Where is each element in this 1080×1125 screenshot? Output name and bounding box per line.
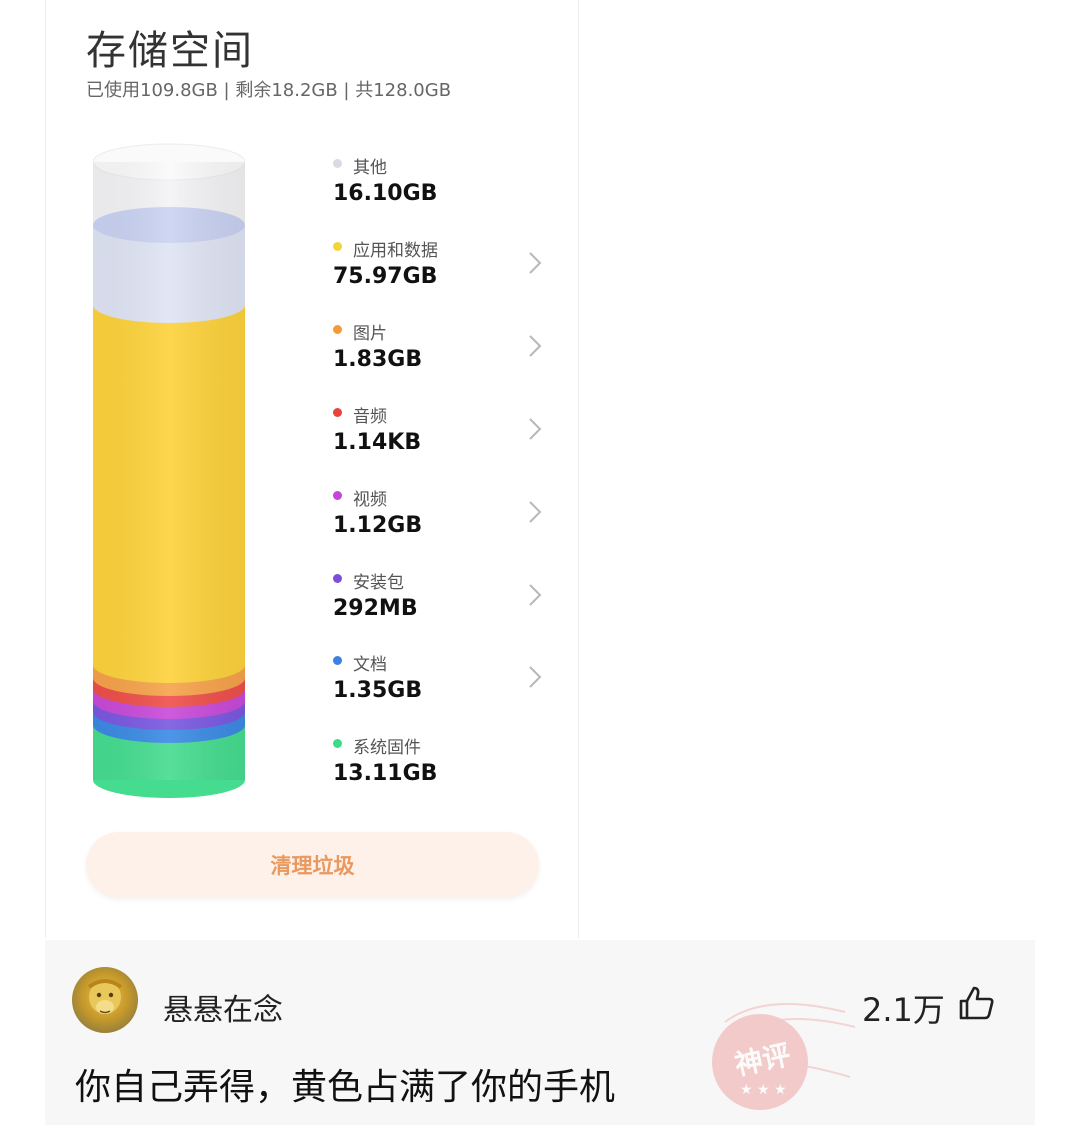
comment-text: 你自己弄得，黄色占满了你的手机 [75, 1067, 616, 1108]
legend-dot [333, 408, 342, 417]
legend-value: 16.10GB [333, 181, 438, 206]
legend-label: 音频 [353, 407, 387, 427]
legend-label: 应用和数据 [353, 241, 438, 261]
chevron-right-icon [529, 666, 542, 688]
legend-dot [333, 325, 342, 334]
legend-value: 1.83GB [333, 347, 423, 372]
storage-cylinder-chart [93, 143, 245, 798]
legend-item-apps[interactable]: 应用和数据 75.97GB [333, 228, 543, 294]
legend-value: 1.35GB [333, 678, 423, 703]
legend-label: 系统固件 [353, 738, 421, 758]
legend-label: 视频 [353, 490, 387, 510]
legend-value: 1.12GB [333, 513, 423, 538]
legend-item-audio[interactable]: 音频 1.14KB [333, 394, 543, 460]
legend-value: 75.97GB [333, 264, 438, 289]
chevron-right-icon [529, 252, 542, 274]
legend-dot [333, 159, 342, 168]
legend-dot [333, 656, 342, 665]
legend-item-docs[interactable]: 文档 1.35GB [333, 642, 543, 708]
legend-label: 安装包 [353, 573, 404, 593]
legend-item-images[interactable]: 图片 1.83GB [333, 311, 543, 377]
legend-dot [333, 739, 342, 748]
top-comment-stamp: 神评 ★ ★ ★ [712, 1003, 856, 1110]
chevron-right-icon [529, 335, 542, 357]
legend-item-firmware: 系统固件 13.11GB [333, 725, 543, 791]
thumbs-up-icon[interactable] [957, 984, 995, 1022]
chevron-right-icon [529, 584, 542, 606]
legend-label: 其他 [353, 158, 387, 178]
monkey-avatar-icon [87, 979, 123, 1014]
legend-label: 文档 [353, 655, 387, 675]
clean-junk-button[interactable]: 清理垃圾 [86, 832, 539, 898]
legend-value: 13.11GB [333, 761, 438, 786]
legend-item-apk[interactable]: 安装包 292MB [333, 560, 543, 626]
legend-dot [333, 242, 342, 251]
like-count: 2.1万 [862, 991, 945, 1029]
page-title: 存储空间 [86, 28, 254, 74]
chevron-right-icon [529, 501, 542, 523]
avatar[interactable] [72, 967, 138, 1033]
storage-card: 存储空间 已使用109.8GB | 剩余18.2GB | 共128.0GB 其他… [45, 0, 579, 938]
legend-label: 图片 [353, 324, 387, 344]
chevron-right-icon [529, 418, 542, 440]
storage-summary: 已使用109.8GB | 剩余18.2GB | 共128.0GB [86, 80, 452, 101]
username[interactable]: 悬悬在念 [163, 985, 283, 1029]
legend-item-other: 其他 16.10GB [333, 145, 543, 211]
legend-dot [333, 491, 342, 500]
legend-dot [333, 574, 342, 583]
svg-text:★ ★ ★: ★ ★ ★ [740, 1082, 787, 1098]
comment-panel: 悬悬在念 神评 ★ ★ ★ 2.1万 你自己弄得，黄色占满了你的手机 [45, 940, 1035, 1125]
legend-value: 1.14KB [333, 430, 422, 455]
legend-value: 292MB [333, 596, 418, 621]
legend-item-video[interactable]: 视频 1.12GB [333, 477, 543, 543]
